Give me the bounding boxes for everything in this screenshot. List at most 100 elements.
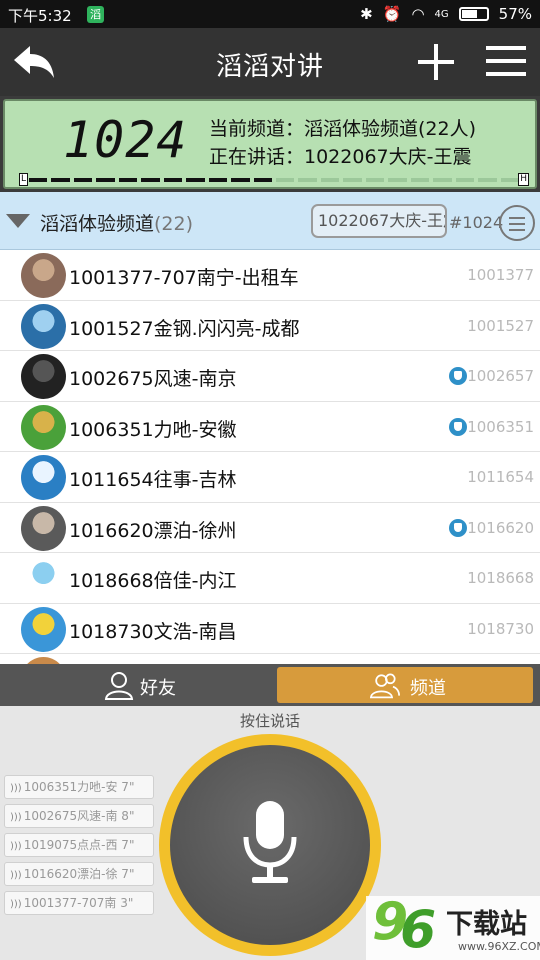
voice-history-item[interactable]: ))) 1006351力吔-安 7": [4, 775, 154, 799]
member-row[interactable]: 1002675风速-南京 1002657: [0, 351, 540, 402]
level-segment: [51, 178, 70, 182]
bottom-tabs: 好友 频道: [0, 664, 540, 706]
level-high-marker: H: [518, 173, 529, 186]
level-segment: [253, 178, 272, 182]
channel-header[interactable]: 滔滔体验频道(22) 1022067大庆-王震 #1024: [0, 192, 540, 250]
member-name: 1002675风速-南京: [69, 368, 237, 390]
level-segment: [73, 178, 93, 182]
member-id: 1001527: [467, 316, 534, 335]
level-segment: [231, 178, 250, 182]
signal-level-bar: L H: [19, 173, 529, 187]
level-segment: [163, 178, 183, 182]
voice-history-item[interactable]: ))) 1002675风速-南 8": [4, 804, 154, 828]
member-name: 1018730文浩-南昌: [69, 620, 237, 643]
menu-button[interactable]: [486, 44, 526, 78]
lcd-current-channel: 当前频道：滔滔体验频道(22人): [209, 118, 477, 140]
site-watermark: 9 6 下载站 www.96XZ.COM: [366, 892, 540, 960]
level-segment: [500, 178, 519, 182]
avatar: [21, 455, 66, 500]
status-icons: ✱ ⏰ ◠ 4G 57%: [360, 5, 532, 23]
watermark-url: www.96XZ.COM: [458, 940, 540, 953]
current-speaker-box: 1022067大庆-王震: [311, 204, 447, 238]
press-to-talk-hint: 按住说话: [239, 712, 300, 730]
level-low-marker: L: [19, 173, 29, 186]
sound-wave-icon: ))): [10, 841, 22, 852]
channel-name: 滔滔体验频道(22): [40, 213, 194, 235]
level-segment: [410, 178, 430, 182]
channel-number: #1024: [449, 213, 504, 232]
member-row[interactable]: 1011654往事-吉林 1011654: [0, 452, 540, 503]
member-row[interactable]: 1016620漂泊-徐州 1016620: [0, 503, 540, 553]
level-segment: [29, 178, 48, 182]
shield-badge-icon: [449, 518, 467, 537]
status-time: 下午5:32: [8, 7, 72, 25]
member-row[interactable]: 1018730文浩-南昌 1018730: [0, 604, 540, 654]
battery-icon: [458, 7, 489, 21]
member-row[interactable]: 1006351力吔-安徽 1006351: [0, 402, 540, 452]
tab-channel[interactable]: 频道: [277, 667, 533, 703]
avatar: [21, 303, 66, 349]
voice-history-item[interactable]: ))) 1001377-707南 3": [4, 891, 154, 915]
lcd-speaking: 正在讲话：1022067大庆-王震: [209, 146, 472, 168]
level-segment: [478, 178, 497, 182]
voice-history: ))) 1006351力吔-安 7" ))) 1002675风速-南 8" ))) 101…: [4, 775, 154, 920]
member-list[interactable]: 1001377-707南宁-出租车 1001377 1001527金钢.闪闪亮-成都…: [0, 250, 540, 664]
member-row[interactable]: 1001527金钢.闪闪亮-成都 1001527: [0, 301, 540, 351]
member-id: 1001377: [467, 266, 534, 284]
add-button[interactable]: [416, 42, 456, 82]
member-id: 1002657: [467, 367, 534, 385]
level-segment: [118, 178, 138, 182]
channel-member-count: (22): [154, 213, 194, 235]
plus-icon: [418, 44, 454, 80]
level-segment: [455, 178, 475, 182]
member-name: 1006351力吔-安徽: [69, 418, 237, 441]
shield-badge-icon: [449, 367, 467, 385]
sound-wave-icon: ))): [10, 899, 22, 910]
member-name: 1001377-707南宁-出租车: [69, 267, 299, 289]
member-id: 1006351: [467, 417, 534, 436]
shield-badge-icon: [449, 417, 467, 436]
level-segment: [388, 178, 407, 182]
voice-history-item[interactable]: ))) 1019075点点-西 7": [4, 833, 154, 857]
battery-percent: 57%: [498, 5, 532, 23]
member-name: 1018668倍佳-内江: [69, 570, 237, 592]
lcd-display: 1024 当前频道：滔滔体验频道(22人) 正在讲话：1022067大庆-王震 …: [3, 99, 537, 189]
tab-channel-label: 频道: [410, 678, 446, 699]
channel-options-icon[interactable]: [499, 205, 535, 241]
level-segment: [320, 178, 340, 182]
member-id: 1018668: [467, 569, 534, 587]
alarm-icon: ⏰: [382, 5, 402, 23]
tab-friends-label: 好友: [140, 678, 176, 699]
level-segment: [298, 178, 317, 182]
avatar: [21, 253, 66, 298]
level-segment: [365, 178, 385, 182]
member-id: 1016620: [467, 518, 534, 537]
avatar: [21, 505, 66, 551]
title-bar: 滔滔对讲: [0, 28, 540, 96]
group-icon: [370, 673, 400, 699]
member-row[interactable]: 1018668倍佳-内江 1018668: [0, 553, 540, 604]
level-segment: [186, 178, 205, 182]
bluetooth-icon: ✱: [360, 5, 373, 23]
signal-icon: 4G: [434, 8, 449, 20]
wifi-icon: ◠: [411, 5, 425, 23]
collapse-triangle-icon[interactable]: [6, 214, 30, 228]
member-name: 1001527金钢.闪闪亮-成都: [69, 317, 300, 340]
lcd-channel-number: 1024: [63, 111, 188, 169]
avatar: [21, 556, 66, 601]
member-name: 1011654往事-吉林: [69, 469, 237, 491]
voice-history-item[interactable]: ))) 1016620漂泊-徐 7": [4, 862, 154, 886]
level-segment: [343, 178, 362, 182]
avatar: [21, 657, 66, 664]
member-row-partial[interactable]: [0, 654, 540, 664]
level-segment: [96, 178, 115, 182]
level-segment: [433, 178, 452, 182]
lcd-panel: 1024 当前频道：滔滔体验频道(22人) 正在讲话：1022067大庆-王震 …: [0, 96, 540, 192]
page-title: 滔滔对讲: [215, 52, 324, 82]
push-to-talk-button[interactable]: [159, 734, 381, 956]
member-id: 1011654: [467, 468, 534, 486]
person-icon: [104, 672, 134, 700]
member-row[interactable]: 1001377-707南宁-出租车 1001377: [0, 250, 540, 301]
tab-friends[interactable]: 好友: [6, 667, 268, 703]
avatar: [21, 606, 66, 652]
